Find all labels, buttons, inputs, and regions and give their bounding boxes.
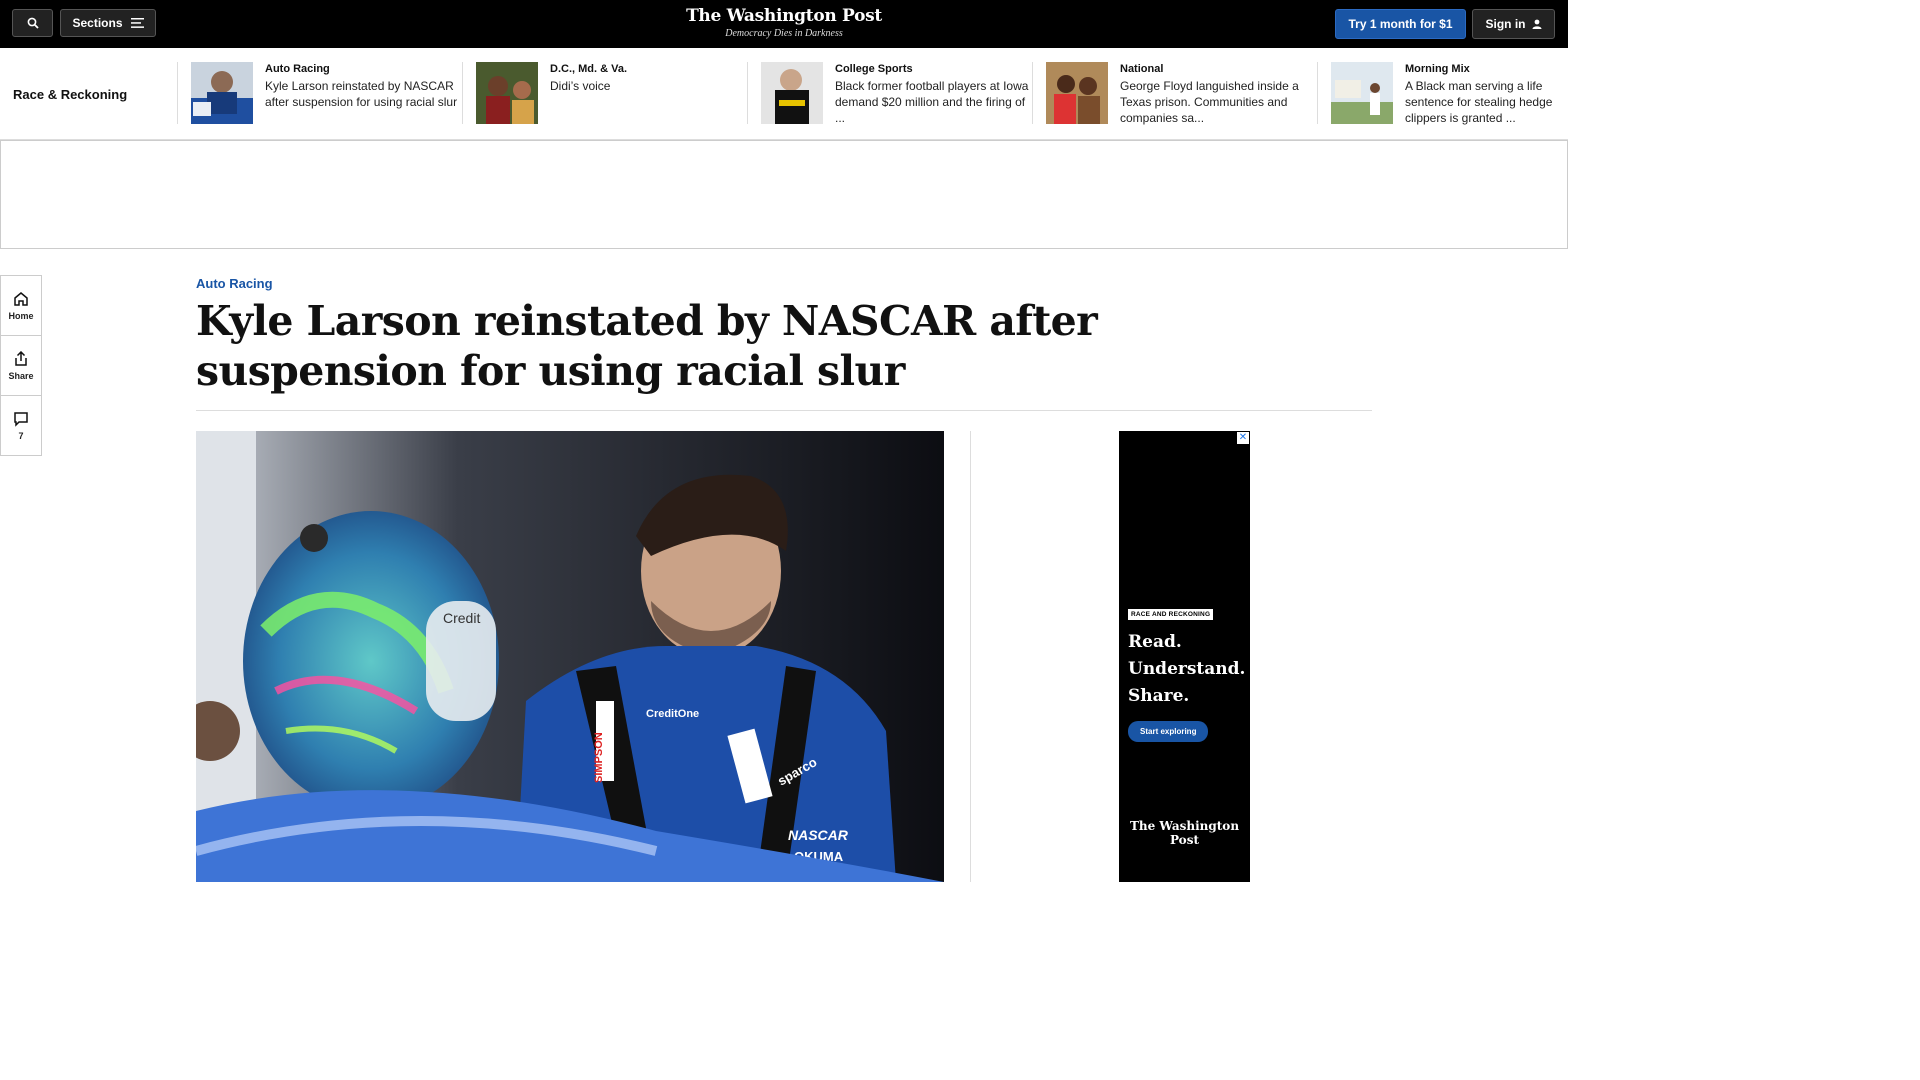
sign-in-button[interactable]: Sign in (1472, 9, 1555, 39)
masthead[interactable]: The Washington Post Democracy Dies in Da… (684, 6, 884, 39)
story-thumbnail[interactable] (476, 62, 538, 124)
search-icon (27, 17, 39, 29)
share-button[interactable]: Share (1, 336, 41, 396)
story-headline[interactable]: Black former football players at Iowa de… (835, 78, 1030, 126)
strip-story[interactable]: National George Floyd languished inside … (1032, 62, 1317, 126)
story-kicker[interactable]: D.C., Md. & Va. (550, 63, 627, 75)
strip-title[interactable]: Race & Reckoning (13, 87, 127, 102)
home-icon (14, 291, 28, 306)
ad-choices-close-icon[interactable]: ✕ (1237, 432, 1249, 444)
strip-story[interactable]: College Sports Black former football pla… (747, 62, 1032, 126)
article-kicker[interactable]: Auto Racing (196, 276, 273, 291)
header-divider (196, 410, 1372, 411)
site-logo[interactable]: The Washington Post (684, 6, 884, 26)
share-label: Share (8, 370, 34, 381)
ad-logo: The Washington Post (1129, 819, 1240, 847)
home-label: Home (8, 310, 34, 321)
ad-line: Understand. (1128, 659, 1246, 679)
ad-line: Share. (1128, 686, 1190, 706)
story-kicker[interactable]: College Sports (835, 63, 913, 75)
sponsor-text: CreditOne (646, 708, 699, 720)
share-icon (15, 350, 27, 366)
left-action-rail: Home Share 7 (0, 275, 42, 456)
comment-icon (14, 411, 28, 427)
sections-label: Sections (72, 16, 123, 30)
story-headline[interactable]: A Black man serving a life sentence for … (1405, 78, 1563, 126)
story-thumbnail[interactable] (191, 62, 253, 124)
story-thumbnail[interactable] (761, 62, 823, 124)
user-icon (1532, 19, 1541, 29)
ad-headline: Read. Understand. Share. (1128, 629, 1245, 710)
column-divider (970, 431, 971, 882)
story-headline[interactable]: Didi’s voice (550, 78, 745, 94)
lead-photo[interactable]: Credit CreditOne NASCAR OKUMA SIMPSON sp… (196, 431, 944, 882)
story-headline[interactable]: Kyle Larson reinstated by NASCAR after s… (265, 78, 460, 110)
comments-button[interactable]: 7 (1, 396, 41, 455)
start-exploring-button[interactable]: Start exploring (1128, 721, 1209, 742)
hamburger-icon (130, 18, 144, 28)
sections-button[interactable]: Sections (60, 9, 156, 37)
story-kicker[interactable]: Morning Mix (1405, 63, 1470, 75)
strip-story[interactable]: D.C., Md. & Va. Didi’s voice (462, 62, 747, 124)
strip-story[interactable]: Morning Mix A Black man serving a life s… (1317, 62, 1568, 126)
helmet-text: Credit (443, 610, 480, 626)
story-headline[interactable]: George Floyd languished inside a Texas p… (1120, 78, 1315, 126)
sponsor-text: NASCAR (788, 827, 849, 843)
sign-in-label: Sign in (1485, 17, 1526, 31)
section-strip: Race & Reckoning Auto Racing Kyle Larson… (0, 48, 1568, 140)
story-kicker[interactable]: Auto Racing (265, 63, 330, 75)
story-thumbnail[interactable] (1046, 62, 1108, 124)
site-tagline: Democracy Dies in Darkness (725, 28, 843, 39)
article-headline: Kyle Larson reinstated by NASCAR after s… (196, 297, 1098, 395)
ad-line: Read. (1128, 632, 1182, 652)
sponsor-text: SIMPSON (593, 732, 605, 783)
leaderboard-ad-slot (0, 140, 1568, 249)
home-button[interactable]: Home (1, 276, 41, 336)
comments-count: 7 (18, 430, 24, 441)
story-thumbnail[interactable] (1331, 62, 1393, 124)
driver-photo: Credit CreditOne NASCAR OKUMA SIMPSON sp… (196, 431, 944, 882)
top-nav-bar: Sections The Washington Post Democracy D… (0, 0, 1568, 48)
search-button[interactable] (12, 9, 53, 37)
ad-badge: RACE AND RECKONING (1128, 609, 1214, 620)
subscribe-button[interactable]: Try 1 month for $1 (1335, 9, 1466, 39)
story-kicker[interactable]: National (1120, 63, 1163, 75)
sidebar-ad[interactable]: ✕ RACE AND RECKONING Read. Understand. S… (1119, 431, 1250, 882)
strip-story[interactable]: Auto Racing Kyle Larson reinstated by NA… (177, 62, 462, 124)
